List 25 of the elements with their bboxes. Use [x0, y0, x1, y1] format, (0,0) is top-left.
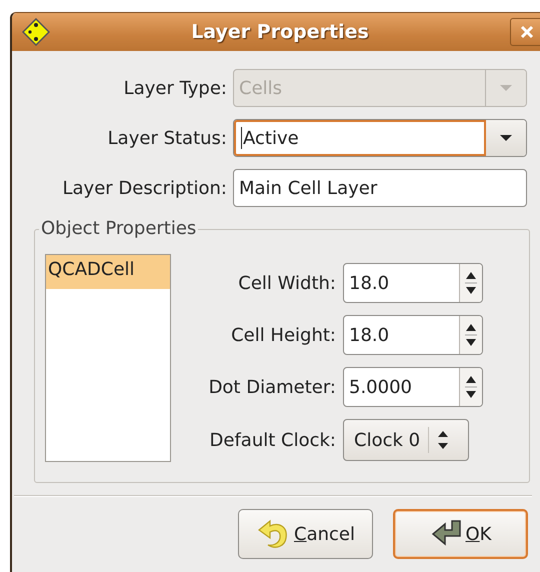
- spin-field[interactable]: 18.0: [343, 315, 483, 355]
- object-list[interactable]: QCADCell: [45, 254, 171, 462]
- up-down-arrows-icon: [437, 429, 450, 451]
- close-icon: [520, 25, 534, 39]
- spin-field[interactable]: 5.0000: [343, 367, 483, 407]
- combo-box[interactable]: Active: [233, 119, 527, 157]
- app-icon: [22, 18, 50, 46]
- property-label: Dot Diameter:: [208, 376, 336, 398]
- field-label: Layer Description:: [62, 178, 227, 198]
- option-button[interactable]: Clock 0: [343, 419, 469, 461]
- property-label: Cell Width:: [237, 272, 336, 294]
- list-item[interactable]: QCADCell: [46, 255, 170, 289]
- property-label: Cell Height:: [230, 324, 336, 346]
- text-field[interactable]: Main Cell Layer: [233, 169, 527, 207]
- dropdown-arrow-icon: [499, 84, 513, 92]
- field-label: Layer Type:: [122, 78, 227, 98]
- window-title: Layer Properties: [190, 21, 370, 43]
- dropdown-arrow-icon: [499, 134, 513, 142]
- group-title: Object Properties: [39, 218, 198, 239]
- cancel-button[interactable]: Cancel: [238, 509, 373, 559]
- spin-field[interactable]: 18.0: [343, 263, 483, 303]
- close-button[interactable]: [510, 18, 540, 46]
- ok-button[interactable]: OK: [393, 509, 528, 559]
- field-label: Layer Status:: [106, 128, 227, 148]
- property-label: Default Clock:: [208, 430, 336, 450]
